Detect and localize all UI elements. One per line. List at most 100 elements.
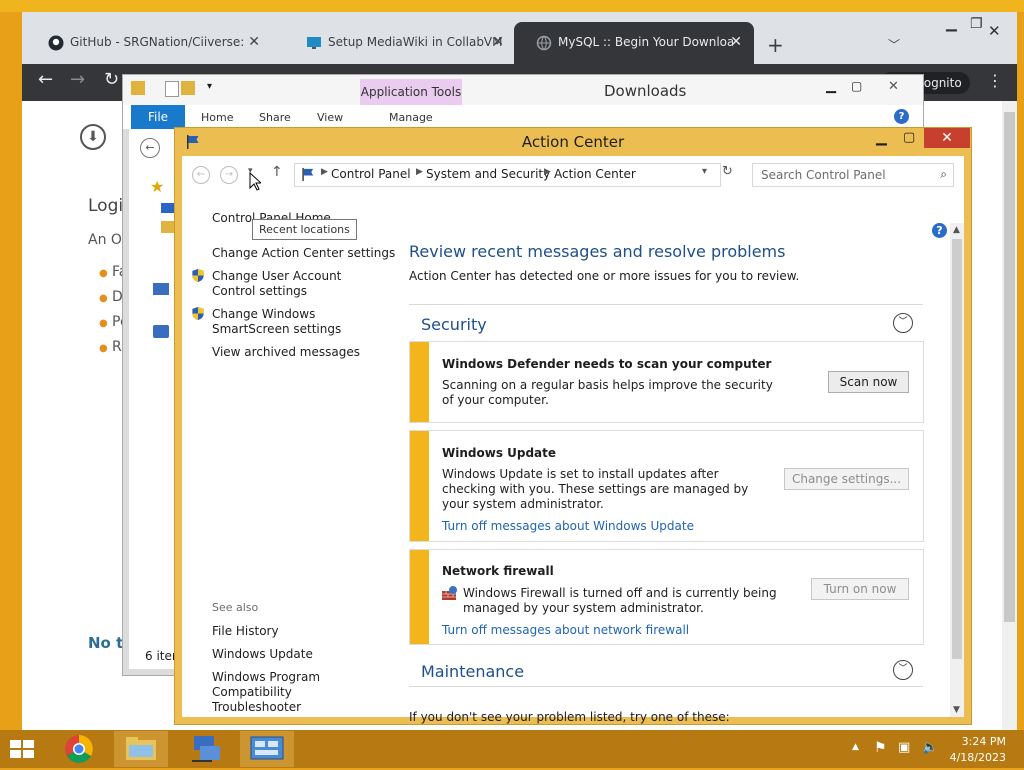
turn-off-update-messages-link[interactable]: Turn off messages about Windows Update: [442, 519, 694, 533]
desktop-background-left: [0, 12, 22, 730]
reload-icon[interactable]: ↻: [104, 69, 119, 90]
more-menu-icon[interactable]: ⋮: [987, 71, 1003, 90]
tab-close-button[interactable]: ✕: [730, 34, 742, 50]
maximize-icon[interactable]: ❐: [970, 16, 983, 32]
tab-mediawiki[interactable]: Setup MediaWiki in CollabVM - C ✕: [284, 22, 516, 64]
help-icon[interactable]: ?: [932, 223, 947, 238]
breadcrumb-chevron-icon[interactable]: ▶: [321, 167, 328, 177]
search-icon[interactable]: ⌕: [940, 167, 947, 182]
list-bullet: ●: [99, 343, 108, 354]
change-uac-settings-link[interactable]: Change User Account Control settings: [212, 269, 382, 299]
forward-arrow-icon[interactable]: →: [220, 166, 238, 184]
network-status-icon[interactable]: ▣: [898, 740, 910, 755]
help-icon[interactable]: ?: [894, 109, 909, 124]
scroll-down-icon[interactable]: ▼: [953, 705, 960, 715]
clock-time[interactable]: 3:24 PM: [944, 735, 1006, 748]
control-panel-icon: [250, 736, 284, 760]
tab-github[interactable]: GitHub - SRGNation/Ciiverse: My ✕: [26, 22, 272, 64]
view-archived-messages-link[interactable]: View archived messages: [212, 345, 360, 360]
tab-search-chevron-icon[interactable]: ﹀: [888, 36, 900, 53]
forward-arrow-icon[interactable]: →: [70, 69, 85, 90]
taskbar-file-explorer[interactable]: [114, 731, 168, 767]
scrollbar-thumb[interactable]: [952, 239, 962, 659]
chevron-down-icon[interactable]: ﹀: [893, 660, 913, 680]
properties-icon[interactable]: [165, 81, 179, 97]
defender-card: Windows Defender needs to scan your comp…: [409, 341, 924, 423]
divider: [409, 304, 923, 305]
taskbar-network-connections[interactable]: [180, 731, 234, 767]
minimize-icon[interactable]: ▁: [876, 130, 887, 146]
desktop-background: [0, 0, 1024, 12]
card-text: Windows Update is set to install updates…: [442, 467, 749, 511]
card-accent-bar: [410, 342, 429, 422]
close-icon[interactable]: ✕: [888, 79, 899, 94]
explorer-titlebar: [123, 75, 923, 105]
new-tab-button[interactable]: +: [767, 33, 784, 57]
file-tab[interactable]: File: [131, 105, 185, 129]
up-arrow-icon[interactable]: ↑: [271, 164, 283, 180]
computer-icon: [153, 283, 169, 295]
taskbar-control-panel[interactable]: [240, 731, 294, 767]
breadcrumb-chevron-icon[interactable]: ▶: [416, 167, 423, 177]
action-center-flag-icon[interactable]: ⚑: [874, 740, 887, 756]
page-scrollbar-thumb[interactable]: [1004, 112, 1015, 622]
refresh-icon[interactable]: ↻: [722, 164, 733, 179]
tab-close-button[interactable]: ✕: [492, 34, 504, 50]
file-history-link[interactable]: File History: [212, 624, 279, 639]
windows-update-card: Windows Update Windows Update is set to …: [409, 430, 924, 542]
quick-access-dropdown-icon[interactable]: ▾: [207, 81, 212, 92]
chrome-icon: [65, 735, 93, 763]
maximize-icon[interactable]: ▢: [903, 130, 915, 145]
windows-start-icon[interactable]: [6, 736, 38, 762]
tab-home[interactable]: Home: [201, 111, 233, 124]
network-connections-icon: [192, 736, 220, 762]
new-folder-icon[interactable]: [181, 81, 195, 95]
card-text: Scanning on a regular basis helps improv…: [442, 378, 773, 407]
scroll-up-icon[interactable]: ▲: [953, 225, 960, 235]
tab-close-button[interactable]: ✕: [248, 34, 260, 50]
tab-manage[interactable]: Manage: [389, 111, 433, 124]
minimize-icon[interactable]: ▁: [826, 79, 836, 94]
window-title: Action Center: [521, 133, 625, 151]
recent-locations-tooltip: Recent locations: [252, 219, 357, 240]
compatibility-troubleshooter-link[interactable]: Windows Program Compatibility Troublesho…: [212, 670, 382, 715]
flag-icon: [302, 167, 314, 182]
breadcrumb-control-panel[interactable]: Control Panel: [331, 167, 411, 181]
volume-muted-icon[interactable]: 🔈: [922, 740, 938, 755]
github-icon: [48, 35, 64, 51]
maintenance-section-header[interactable]: Maintenance: [421, 662, 524, 681]
breadcrumb-action-center[interactable]: Action Center: [554, 167, 636, 181]
chevron-down-icon[interactable]: ﹀: [893, 313, 913, 333]
change-smartscreen-settings-link[interactable]: Change Windows SmartScreen settings: [212, 307, 382, 337]
back-arrow-icon[interactable]: ←: [140, 138, 160, 158]
clock-date[interactable]: 4/18/2023: [944, 751, 1006, 764]
security-section-header[interactable]: Security: [421, 315, 487, 334]
folder-icon: [131, 81, 145, 95]
breadcrumb-system-security[interactable]: System and Security: [426, 167, 550, 181]
back-arrow-icon[interactable]: ←: [192, 166, 210, 184]
breadcrumb-chevron-icon[interactable]: ▶: [544, 167, 551, 177]
monitor-icon: [307, 37, 321, 49]
change-action-center-settings-link[interactable]: Change Action Center settings: [212, 246, 395, 261]
back-arrow-icon[interactable]: ←: [38, 69, 53, 90]
maximize-icon[interactable]: ▢: [851, 79, 862, 93]
close-icon[interactable]: ✕: [988, 22, 1001, 40]
show-hidden-icons-icon[interactable]: ▲: [852, 742, 859, 752]
change-settings-button[interactable]: Change settings...: [784, 468, 909, 490]
windows-update-link[interactable]: Windows Update: [212, 647, 313, 662]
tab-view[interactable]: View: [317, 111, 343, 124]
see-also-header: See also: [212, 601, 259, 614]
tab-share[interactable]: Share: [259, 111, 291, 124]
globe-icon: [536, 35, 552, 51]
turn-on-now-button[interactable]: Turn on now: [811, 578, 909, 600]
minimize-icon[interactable]: ▁: [946, 16, 957, 32]
close-button[interactable]: ✕: [924, 128, 970, 148]
turn-off-firewall-messages-link[interactable]: Turn off messages about network firewall: [442, 623, 689, 637]
card-title: Windows Defender needs to scan your comp…: [442, 357, 772, 371]
address-dropdown-icon[interactable]: ▾: [702, 166, 707, 177]
tab-mysql[interactable]: MySQL :: Begin Your Download ✕: [514, 22, 754, 64]
application-tools-label: Application Tools: [360, 79, 462, 105]
taskbar-chrome[interactable]: [52, 731, 106, 767]
scan-now-button[interactable]: Scan now: [828, 371, 909, 393]
search-input[interactable]: Search Control Panel ⌕: [752, 163, 954, 187]
